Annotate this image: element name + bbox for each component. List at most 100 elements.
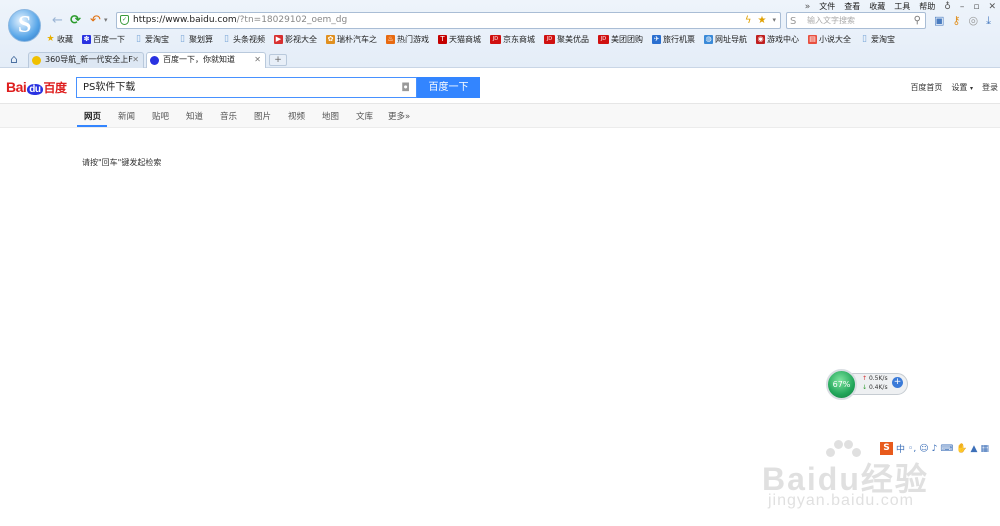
tab-zhidao[interactable]: 知道: [186, 110, 203, 122]
page-icon: ▯: [862, 34, 867, 44]
security-shield-icon: ✓: [120, 15, 129, 25]
menu-favorites[interactable]: 收藏: [869, 1, 885, 12]
download-arrow-icon: ↓: [862, 384, 868, 391]
bookmark-item[interactable]: JD 美团团购: [598, 34, 643, 45]
sidebar-icon[interactable]: ▣: [934, 14, 944, 28]
menu-tools[interactable]: 工具: [894, 1, 910, 12]
browser-logo-icon[interactable]: [8, 9, 41, 42]
bookmark-item[interactable]: T 天猫商城: [438, 34, 481, 45]
tab-music[interactable]: 音乐: [220, 110, 237, 122]
bookmark-item[interactable]: ▤ 小说大全: [808, 34, 851, 45]
tab-close-icon[interactable]: ✕: [132, 53, 139, 67]
tab-more[interactable]: 更多»: [388, 110, 410, 122]
tab-web[interactable]: 网页: [84, 110, 101, 122]
ime-punct-icon[interactable]: ◦,: [908, 444, 916, 454]
undo-dropdown-icon[interactable]: ▾: [104, 13, 108, 28]
logo-bai: Bai: [6, 79, 27, 95]
bookmark-label: 影视大全: [285, 35, 317, 44]
undo-icon[interactable]: ↶: [90, 13, 101, 28]
ime-chinese-icon[interactable]: 中: [896, 442, 905, 455]
favorite-star-icon[interactable]: ★: [758, 13, 767, 28]
download-icon[interactable]: ⤓: [986, 14, 991, 28]
bookmark-label: 爱淘宝: [871, 35, 895, 44]
ime-hand-icon[interactable]: ✋: [956, 444, 967, 454]
bookmark-item[interactable]: ▯ 头条视频: [222, 34, 265, 45]
bookmark-item[interactable]: JD 聚美优品: [544, 34, 589, 45]
bookmark-item[interactable]: ◉ 游戏中心: [756, 34, 799, 45]
network-speed-widget[interactable]: 67% ↑ 0.5K/s ↓ 0.4K/s +: [826, 369, 908, 400]
active-tab-indicator: [77, 125, 107, 127]
speed-plus-icon[interactable]: +: [892, 377, 903, 388]
bookmark-label: 收藏: [57, 35, 73, 44]
tab-360-nav[interactable]: 360导航_新一代安全上F ✕: [28, 52, 144, 68]
sogou-ime-icon[interactable]: S: [880, 442, 893, 455]
camera-icon[interactable]: ◘: [401, 78, 410, 97]
back-icon[interactable]: ←: [52, 13, 63, 28]
bookmark-label: 热门游戏: [397, 35, 429, 44]
lightning-icon[interactable]: ϟ: [745, 13, 752, 28]
browser-search-input[interactable]: S 输入文字搜索 ⚲: [786, 12, 926, 29]
ime-mic-icon[interactable]: ♪: [932, 444, 938, 454]
link-baidu-home[interactable]: 百度首页: [910, 82, 942, 93]
watermark-url: jingyan.baidu.com: [768, 492, 914, 509]
extension-icon[interactable]: ◎: [968, 14, 978, 28]
bookmark-label: 瑞朴汽车之: [337, 35, 377, 44]
menu-help[interactable]: 帮助: [919, 1, 935, 12]
bookmark-item[interactable]: ✿ 瑞朴汽车之: [326, 34, 377, 45]
bookmark-item[interactable]: ▶ 影视大全: [274, 34, 317, 45]
bookmark-item[interactable]: ♨ 热门游戏: [386, 34, 429, 45]
ime-keyboard-icon[interactable]: ⌨: [940, 444, 953, 454]
search-icon[interactable]: ⚲: [914, 13, 921, 28]
url-dropdown-icon[interactable]: ▾: [772, 13, 776, 28]
bookmark-item[interactable]: ★ 收藏: [46, 34, 73, 45]
baidu-search-input[interactable]: PS软件下载 ◘: [76, 77, 417, 98]
ime-shirt-icon[interactable]: ▲: [971, 444, 978, 454]
menu-chevron[interactable]: »: [805, 2, 811, 12]
bookmark-item[interactable]: JD 京东商城: [490, 34, 535, 45]
globe-icon: ◍: [704, 35, 713, 44]
book-icon: ▤: [808, 35, 817, 44]
tab-label: 360导航_新一代安全上F: [45, 55, 133, 64]
tab-video[interactable]: 视频: [288, 110, 305, 122]
tab-wenku[interactable]: 文库: [356, 110, 373, 122]
key-icon[interactable]: ⚷: [952, 14, 960, 28]
menu-file[interactable]: 文件: [819, 1, 835, 12]
ime-grid-icon[interactable]: ▦: [980, 444, 989, 454]
bookmark-item[interactable]: ✈ 旅行机票: [652, 34, 695, 45]
bookmark-label: 聚划算: [189, 35, 213, 44]
address-bar[interactable]: ✓ https://www.baidu.com/?tn=18029102_oem…: [116, 12, 781, 29]
speed-percent-ball[interactable]: 67%: [826, 369, 857, 400]
search-query-text: PS软件下载: [83, 82, 136, 93]
bookmark-label: 京东商城: [503, 35, 535, 44]
link-settings[interactable]: 设置 ▾: [951, 82, 973, 93]
restore-icon[interactable]: ▫: [973, 2, 979, 12]
ime-toolbar: S 中 ◦, ☺ ♪ ⌨ ✋ ▲ ▦: [880, 441, 989, 456]
tab-baidu-icon: [150, 56, 159, 65]
search-engine-icon[interactable]: S: [790, 14, 796, 29]
bookmark-item[interactable]: ▯ 爱淘宝: [134, 34, 169, 45]
bookmark-item[interactable]: ▯ 聚划算: [178, 34, 213, 45]
bookmark-label: 爱淘宝: [145, 35, 169, 44]
skin-icon[interactable]: ♁: [944, 2, 951, 12]
new-tab-button[interactable]: +: [269, 54, 287, 66]
tab-baidu[interactable]: 百度一下，你就知道 ✕: [146, 52, 266, 68]
refresh-icon[interactable]: ⟳: [70, 13, 81, 28]
bookmark-item[interactable]: ◍ 网址导航: [704, 34, 747, 45]
baidu-logo[interactable]: Bai du 百度: [6, 79, 67, 96]
tab-tieba[interactable]: 贴吧: [152, 110, 169, 122]
bookmark-item[interactable]: ▯ 爱淘宝: [860, 34, 895, 45]
bookmark-item[interactable]: ✽ 百度一下: [82, 34, 125, 45]
link-login[interactable]: 登录: [982, 82, 998, 93]
tab-news[interactable]: 新闻: [118, 110, 135, 122]
ime-smile-icon[interactable]: ☺: [919, 444, 928, 454]
enter-hint-text: 请按"回车"键发起检索: [82, 158, 162, 167]
tab-map[interactable]: 地图: [322, 110, 339, 122]
url-main: https://www.baidu.com: [133, 15, 237, 25]
tab-images[interactable]: 图片: [254, 110, 271, 122]
tab-close-icon[interactable]: ✕: [254, 53, 261, 67]
baidu-search-button[interactable]: 百度一下: [417, 77, 480, 98]
close-icon[interactable]: ✕: [988, 2, 996, 12]
minimize-icon[interactable]: –: [960, 2, 965, 12]
home-icon[interactable]: ⌂: [10, 52, 18, 66]
menu-view[interactable]: 查看: [844, 1, 860, 12]
